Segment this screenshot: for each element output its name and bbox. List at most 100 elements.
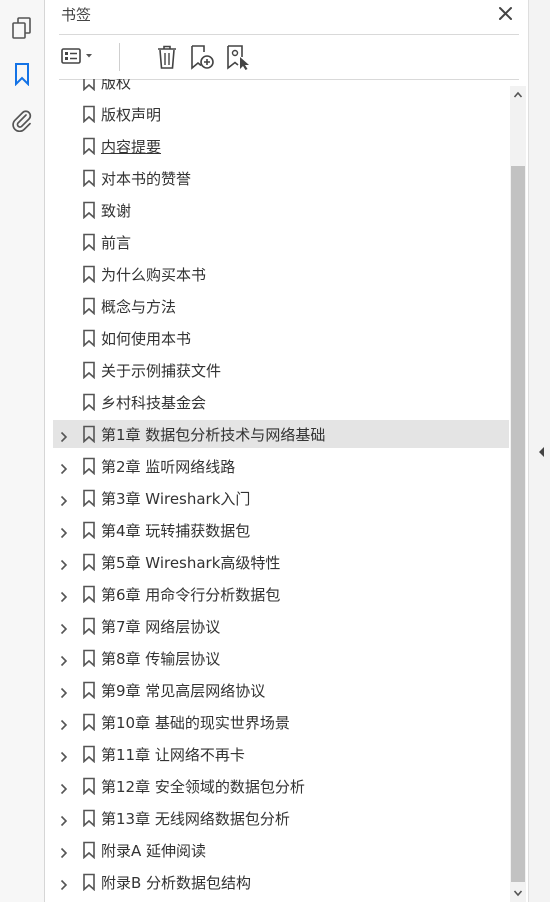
bookmark-icon [82, 137, 96, 156]
bookmarks-toolbar [59, 34, 519, 80]
bookmark-icon [82, 681, 96, 700]
bookmark-icon [82, 169, 96, 188]
bookmark-icon [82, 201, 96, 220]
bookmark-label: 附录B 分析数据包结构 [101, 874, 252, 892]
bookmark-icon[interactable] [10, 62, 34, 87]
bookmark-icon [82, 393, 96, 412]
delete-bookmark-button[interactable] [155, 43, 179, 71]
bookmark-item[interactable]: 乡村科技基金会 [53, 388, 509, 416]
trash-icon [158, 45, 176, 69]
expand-chevron-icon[interactable] [59, 780, 69, 795]
bookmark-label: 致谢 [101, 202, 132, 220]
bookmark-icon [82, 233, 96, 252]
bookmark-item[interactable]: 前言 [53, 228, 509, 256]
vertical-scrollbar[interactable] [510, 86, 526, 902]
bookmark-label: 第10章 基础的现实世界场景 [101, 714, 290, 732]
close-icon[interactable] [495, 3, 517, 25]
expand-chevron-icon[interactable] [59, 684, 69, 699]
scroll-down-arrow-icon[interactable] [510, 884, 526, 902]
bookmark-item[interactable]: 概念与方法 [53, 292, 509, 320]
panel-title: 书签 [61, 6, 92, 24]
bookmark-label: 如何使用本书 [101, 330, 192, 348]
bookmark-label: 概念与方法 [101, 298, 177, 316]
bookmark-icon [82, 617, 96, 636]
bookmark-label: 第9章 常见高层网络协议 [101, 682, 266, 700]
expand-chevron-icon[interactable] [59, 716, 69, 731]
bookmark-icon [82, 809, 96, 828]
bookmark-item[interactable]: 第3章 Wireshark入门 [53, 484, 509, 512]
bookmark-item[interactable]: 对本书的赞誉 [53, 164, 509, 192]
bookmarks-panel: 书签 版权 版权声明 内容提要 对本书的赞誉 致谢 前言 为什么购买本书 概念与… [45, 0, 528, 902]
bookmark-from-selection-button[interactable] [225, 43, 251, 71]
bookmark-item[interactable]: 关于示例捕获文件 [53, 356, 509, 384]
bookmark-label: 第1章 数据包分析技术与网络基础 [101, 426, 326, 444]
bookmark-icon [82, 649, 96, 668]
expand-chevron-icon[interactable] [59, 428, 69, 443]
expand-chevron-icon[interactable] [59, 460, 69, 475]
bookmark-label: 第12章 安全领域的数据包分析 [101, 778, 305, 796]
new-bookmark-button[interactable] [189, 43, 215, 71]
bookmark-item[interactable]: 内容提要 [53, 132, 509, 160]
bookmark-label: 第2章 监听网络线路 [101, 458, 236, 476]
bookmark-item[interactable]: 附录A 延伸阅读 [53, 836, 509, 864]
bookmark-icon [82, 297, 96, 316]
bookmark-icon [82, 79, 96, 92]
bookmark-label: 版权声明 [101, 106, 162, 124]
scrollbar-thumb[interactable] [511, 166, 525, 882]
collapse-pane-icon[interactable] [537, 444, 545, 458]
page-thumbnails-icon[interactable] [10, 16, 34, 40]
bookmark-label: 前言 [101, 234, 132, 252]
bookmark-item[interactable]: 版权声明 [53, 100, 509, 128]
expand-chevron-icon[interactable] [59, 652, 69, 667]
bookmark-icon [82, 841, 96, 860]
bookmark-label: 第4章 玩转捕获数据包 [101, 522, 251, 540]
bookmark-item[interactable]: 第8章 传输层协议 [53, 644, 509, 672]
bookmark-item[interactable]: 第4章 玩转捕获数据包 [53, 516, 509, 544]
bookmark-item[interactable]: 第13章 无线网络数据包分析 [53, 804, 509, 832]
expand-chevron-icon[interactable] [59, 748, 69, 763]
bookmark-item[interactable]: 致谢 [53, 196, 509, 224]
bookmark-item[interactable]: 第12章 安全领域的数据包分析 [53, 772, 509, 800]
bookmark-label: 附录A 延伸阅读 [101, 842, 207, 860]
bookmark-selection-icon [227, 45, 249, 70]
bookmark-icon [82, 713, 96, 732]
paperclip-icon[interactable] [10, 108, 34, 133]
bookmark-item[interactable]: 为什么购买本书 [53, 260, 509, 288]
bookmark-icon [82, 457, 96, 476]
expand-chevron-icon[interactable] [59, 556, 69, 571]
bookmark-item[interactable]: 第6章 用命令行分析数据包 [53, 580, 509, 608]
bookmark-icon [82, 745, 96, 764]
expand-chevron-icon[interactable] [59, 876, 69, 891]
options-menu-button[interactable] [60, 43, 96, 71]
expand-chevron-icon[interactable] [59, 492, 69, 507]
expand-chevron-icon[interactable] [59, 588, 69, 603]
expand-chevron-icon[interactable] [59, 524, 69, 539]
bookmark-item[interactable]: 第2章 监听网络线路 [53, 452, 509, 480]
bookmark-item[interactable]: 第1章 数据包分析技术与网络基础 [53, 420, 509, 448]
bookmark-icon [82, 489, 96, 508]
bookmark-item[interactable]: 版权 [53, 79, 509, 96]
expand-chevron-icon[interactable] [59, 812, 69, 827]
bookmark-item[interactable]: 附录B 分析数据包结构 [53, 868, 509, 896]
expand-chevron-icon[interactable] [59, 844, 69, 859]
bookmark-icon [82, 425, 96, 444]
bookmark-icon [82, 329, 96, 348]
bookmark-label: 对本书的赞誉 [101, 170, 192, 188]
bookmark-icon [82, 265, 96, 284]
scroll-up-arrow-icon[interactable] [510, 86, 526, 104]
bookmark-list: 版权版权声明内容提要对本书的赞誉 致谢前言为什么购买本书概念与方法如何使用本书关于… [45, 79, 511, 902]
bookmark-label: 版权 [101, 79, 132, 92]
bookmark-item[interactable]: 第9章 常见高层网络协议 [53, 676, 509, 704]
bookmark-item[interactable]: 如何使用本书 [53, 324, 509, 352]
bookmark-label: 第6章 用命令行分析数据包 [101, 586, 281, 604]
bookmark-item[interactable]: 第11章 让网络不再卡 [53, 740, 509, 768]
expand-chevron-icon[interactable] [59, 620, 69, 635]
bookmark-item[interactable]: 第5章 Wireshark高级特性 [53, 548, 509, 576]
pane-collapse-strip [528, 0, 550, 902]
toolbar-divider [119, 43, 120, 71]
bookmark-item[interactable]: 第7章 网络层协议 [53, 612, 509, 640]
bookmark-label: 关于示例捕获文件 [101, 362, 222, 380]
bookmark-label: 内容提要 [101, 138, 162, 156]
bookmark-item[interactable]: 第10章 基础的现实世界场景 [53, 708, 509, 736]
bookmark-label: 第11章 让网络不再卡 [101, 746, 245, 764]
